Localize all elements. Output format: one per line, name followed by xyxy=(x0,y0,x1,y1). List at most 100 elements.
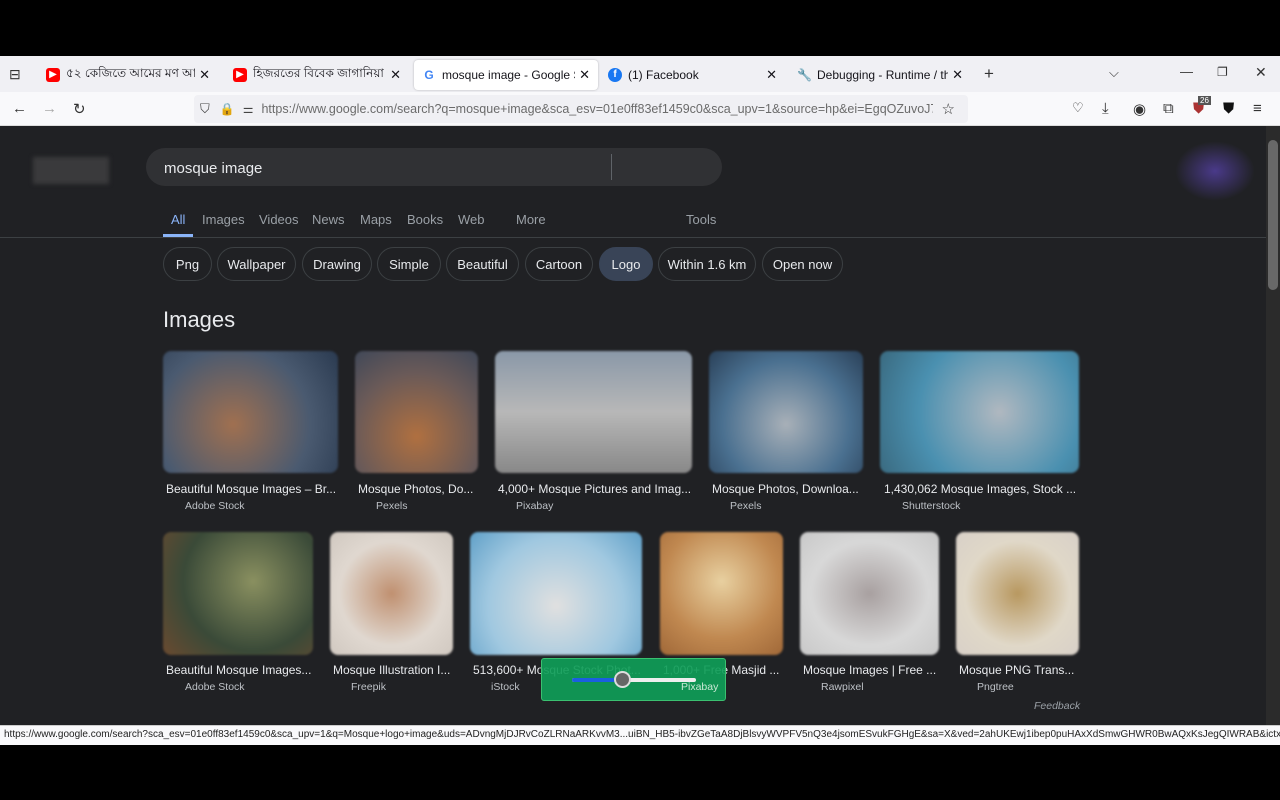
tab-youtube-2[interactable]: ▶হিজরতের বিবেক জাগানিয়া শিক্ষা✕ xyxy=(225,60,409,90)
search-input[interactable]: mosque image xyxy=(146,148,722,186)
google-icon: G xyxy=(424,68,434,82)
image-source[interactable]: Freepik xyxy=(351,681,386,693)
divider xyxy=(611,154,612,180)
image-source[interactable]: Pexels xyxy=(376,500,408,512)
image-caption[interactable]: Mosque Illustration I... xyxy=(333,663,453,677)
tab-google-search[interactable]: Gmosque image - Google Search✕ xyxy=(414,60,598,90)
wrench-icon: 🔧 xyxy=(797,68,812,82)
tab-youtube-1[interactable]: ▶৫২ কেজিতে আমের মণ আড়তদ✕ xyxy=(38,60,218,90)
chip-drawing[interactable]: Drawing xyxy=(302,247,372,281)
back-button[interactable]: ← xyxy=(12,100,27,117)
image-source[interactable]: Pngtree xyxy=(977,681,1014,693)
chip-beautiful[interactable]: Beautiful xyxy=(446,247,519,281)
youtube-icon: ▶ xyxy=(233,68,247,82)
image-caption[interactable]: Mosque Photos, Do... xyxy=(358,482,478,496)
image-result[interactable] xyxy=(495,351,692,473)
tab-maps[interactable]: Maps xyxy=(360,212,392,227)
divider xyxy=(0,237,1266,238)
avatar[interactable] xyxy=(1175,141,1255,201)
chip-open-now[interactable]: Open now xyxy=(762,247,843,281)
chip-wallpaper[interactable]: Wallpaper xyxy=(217,247,296,281)
lock-icon[interactable]: 🔒 xyxy=(220,102,235,116)
pocket-icon[interactable]: ♡ xyxy=(1072,100,1084,116)
slider-handle[interactable] xyxy=(613,671,631,688)
extension-badge: 26 xyxy=(1198,96,1211,105)
navigation-bar: ← → ↻ ⛉ 🔒 ⚌ https://www.google.com/searc… xyxy=(0,92,1280,126)
image-result[interactable] xyxy=(956,532,1079,655)
image-source[interactable]: Pixabay xyxy=(681,681,718,693)
download-icon[interactable]: ⤓ xyxy=(1102,100,1109,117)
image-result[interactable] xyxy=(660,532,783,655)
scrollbar-thumb[interactable] xyxy=(1268,140,1278,290)
tab-debugging[interactable]: 🔧Debugging - Runtime / this-fire✕ xyxy=(789,60,971,90)
tab-more[interactable]: More xyxy=(516,212,546,227)
image-result[interactable] xyxy=(163,351,338,473)
address-bar[interactable]: ⛉ 🔒 ⚌ https://www.google.com/search?q=mo… xyxy=(194,95,968,123)
tab-videos[interactable]: Videos xyxy=(259,212,299,227)
chip-within-distance[interactable]: Within 1.6 km xyxy=(658,247,756,281)
image-source[interactable]: iStock xyxy=(491,681,520,693)
images-section-title: Images xyxy=(163,307,236,332)
chip-png[interactable]: Png xyxy=(163,247,212,281)
image-result[interactable] xyxy=(163,532,313,655)
image-result[interactable] xyxy=(355,351,478,473)
minimize-button[interactable]: — xyxy=(1180,64,1193,79)
restore-button[interactable]: ❐ xyxy=(1217,65,1228,79)
image-source[interactable]: Shutterstock xyxy=(902,500,960,512)
feedback-link[interactable]: Feedback xyxy=(1034,700,1080,712)
close-tab-icon[interactable]: ✕ xyxy=(199,67,210,83)
permissions-icon[interactable]: ⚌ xyxy=(243,102,254,116)
tab-web[interactable]: Web xyxy=(458,212,485,227)
image-source[interactable]: Adobe Stock xyxy=(185,500,245,512)
image-caption[interactable]: Mosque Images | Free ... xyxy=(803,663,941,677)
new-tab-button[interactable]: + xyxy=(984,64,994,84)
shield-icon[interactable]: ⛉ xyxy=(200,101,210,117)
account-icon[interactable]: ◉ xyxy=(1133,100,1146,118)
chip-cartoon[interactable]: Cartoon xyxy=(525,247,593,281)
close-tab-icon[interactable]: ✕ xyxy=(579,67,590,83)
tab-news[interactable]: News xyxy=(312,212,345,227)
image-source[interactable]: Pixabay xyxy=(516,500,553,512)
close-tab-icon[interactable]: ✕ xyxy=(952,67,963,83)
image-source[interactable]: Adobe Stock xyxy=(185,681,245,693)
tab-images[interactable]: Images xyxy=(202,212,245,227)
status-bar: https://www.google.com/search?sca_esv=01… xyxy=(0,725,1280,745)
close-tab-icon[interactable]: ✕ xyxy=(390,67,401,83)
tools-button[interactable]: Tools xyxy=(686,212,716,227)
list-all-tabs-icon[interactable]: ⌵ xyxy=(1109,65,1119,81)
image-caption[interactable]: Mosque PNG Trans... xyxy=(959,663,1079,677)
status-url: https://www.google.com/search?sca_esv=01… xyxy=(4,729,1280,740)
forward-button[interactable]: → xyxy=(42,100,57,117)
extensions-icon[interactable]: ⧉ xyxy=(1163,100,1174,117)
shield-extension-icon[interactable]: ⛊ xyxy=(1223,100,1234,117)
url-text[interactable]: https://www.google.com/search?q=mosque+i… xyxy=(261,102,933,116)
google-logo[interactable] xyxy=(33,157,109,184)
facebook-icon: f xyxy=(608,68,622,82)
image-source[interactable]: Rawpixel xyxy=(821,681,864,693)
close-window-button[interactable]: ✕ xyxy=(1255,64,1267,81)
image-result[interactable] xyxy=(330,532,453,655)
image-result[interactable] xyxy=(880,351,1079,473)
close-tab-icon[interactable]: ✕ xyxy=(766,67,777,83)
image-caption[interactable]: Beautiful Mosque Images – Br... xyxy=(166,482,346,496)
bookmark-star-icon[interactable]: ☆ xyxy=(941,100,954,118)
image-caption[interactable]: Beautiful Mosque Images... xyxy=(166,663,314,677)
tab-bar: ⊟ ▶৫২ কেজিতে আমের মণ আড়তদ✕ ▶হিজরতের বিব… xyxy=(0,56,1280,92)
tab-facebook[interactable]: f (1) Facebook ✕ xyxy=(600,60,785,90)
volume-slider-overlay[interactable] xyxy=(541,658,726,701)
image-caption[interactable]: 1,430,062 Mosque Images, Stock ... xyxy=(884,482,1079,496)
reload-button[interactable]: ↻ xyxy=(73,100,86,118)
image-caption[interactable]: 4,000+ Mosque Pictures and Imag... xyxy=(498,482,693,496)
menu-icon[interactable]: ≡ xyxy=(1253,100,1262,117)
tab-books[interactable]: Books xyxy=(407,212,443,227)
image-caption[interactable]: Mosque Photos, Downloa... xyxy=(712,482,862,496)
tab-list-icon[interactable]: ⊟ xyxy=(9,66,21,83)
tab-all[interactable]: All xyxy=(171,212,185,227)
chip-logo[interactable]: Logo xyxy=(599,247,653,281)
image-result[interactable] xyxy=(470,532,642,655)
image-result[interactable] xyxy=(709,351,863,473)
image-result[interactable] xyxy=(800,532,939,655)
chip-simple[interactable]: Simple xyxy=(377,247,441,281)
google-results-page: mosque image All Images Videos News Maps… xyxy=(0,126,1266,725)
image-source[interactable]: Pexels xyxy=(730,500,762,512)
